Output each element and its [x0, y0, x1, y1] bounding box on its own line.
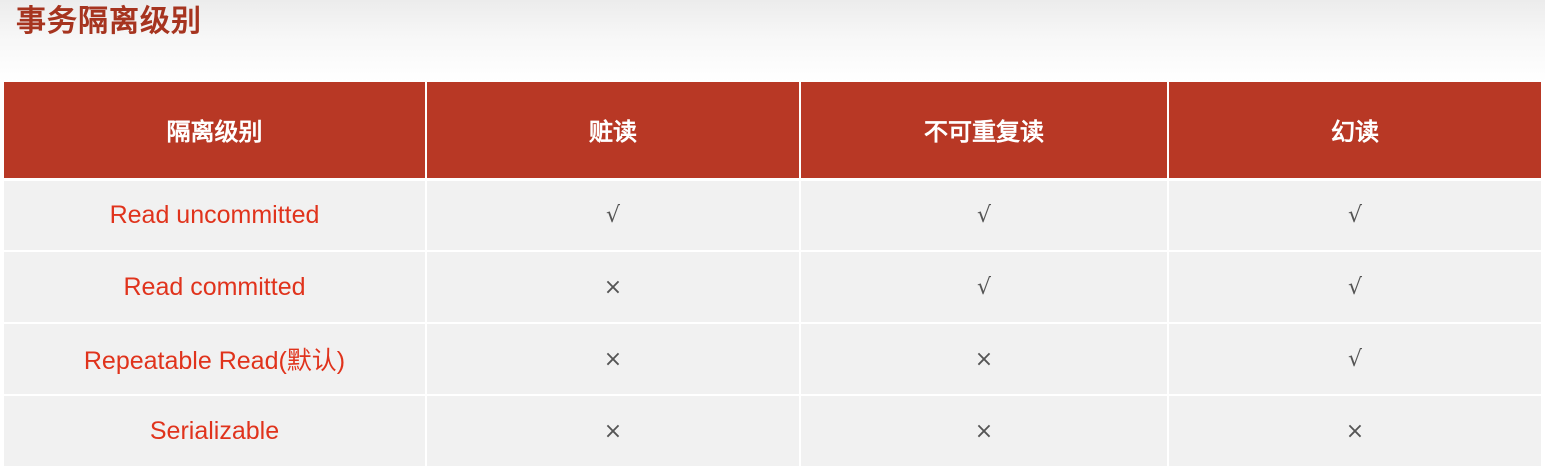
- column-header-isolation-level: 隔离级别: [4, 82, 427, 181]
- isolation-level-name: Read uncommitted: [4, 179, 427, 252]
- slide: 事务隔离级别 隔离级别 赃读 不可重复读 幻读 Read uncommitted…: [0, 0, 1545, 470]
- check-mark: √: [605, 202, 621, 228]
- dirty-read-cell: ×: [426, 395, 801, 468]
- column-header-dirty-read: 赃读: [426, 82, 801, 181]
- cross-mark: ×: [974, 346, 994, 372]
- table-row: Serializable × × ×: [4, 395, 1541, 468]
- table-row: Repeatable Read(默认) × × √: [4, 323, 1541, 396]
- non-repeatable-read-cell: √: [800, 251, 1169, 324]
- phantom-read-cell: ×: [1168, 395, 1541, 468]
- check-mark: √: [976, 274, 992, 300]
- phantom-read-cell: √: [1168, 323, 1541, 396]
- dirty-read-cell: ×: [426, 323, 801, 396]
- page-title: 事务隔离级别: [16, 4, 202, 39]
- isolation-level-table: 隔离级别 赃读 不可重复读 幻读 Read uncommitted √ √ √ …: [4, 82, 1541, 468]
- dirty-read-cell: √: [426, 179, 801, 252]
- isolation-level-name: Read committed: [4, 251, 427, 324]
- non-repeatable-read-cell: ×: [800, 395, 1169, 468]
- table-row: Read uncommitted √ √ √: [4, 179, 1541, 252]
- column-header-non-repeatable-read: 不可重复读: [800, 82, 1169, 181]
- cross-mark: ×: [974, 418, 994, 444]
- title-band: [0, 0, 1545, 82]
- non-repeatable-read-cell: √: [800, 179, 1169, 252]
- check-mark: √: [1347, 274, 1363, 300]
- isolation-level-name: Repeatable Read(默认): [4, 323, 427, 396]
- check-mark: √: [976, 202, 992, 228]
- check-mark: √: [1347, 346, 1363, 372]
- check-mark: √: [1347, 202, 1363, 228]
- cross-mark: ×: [1345, 418, 1365, 444]
- table-row: Read committed × √ √: [4, 251, 1541, 324]
- dirty-read-cell: ×: [426, 251, 801, 324]
- cross-mark: ×: [603, 274, 623, 300]
- isolation-level-name: Serializable: [4, 395, 427, 468]
- phantom-read-cell: √: [1168, 179, 1541, 252]
- cross-mark: ×: [603, 418, 623, 444]
- cross-mark: ×: [603, 346, 623, 372]
- column-header-phantom-read: 幻读: [1168, 82, 1541, 181]
- phantom-read-cell: √: [1168, 251, 1541, 324]
- table-header-row: 隔离级别 赃读 不可重复读 幻读: [4, 82, 1541, 181]
- non-repeatable-read-cell: ×: [800, 323, 1169, 396]
